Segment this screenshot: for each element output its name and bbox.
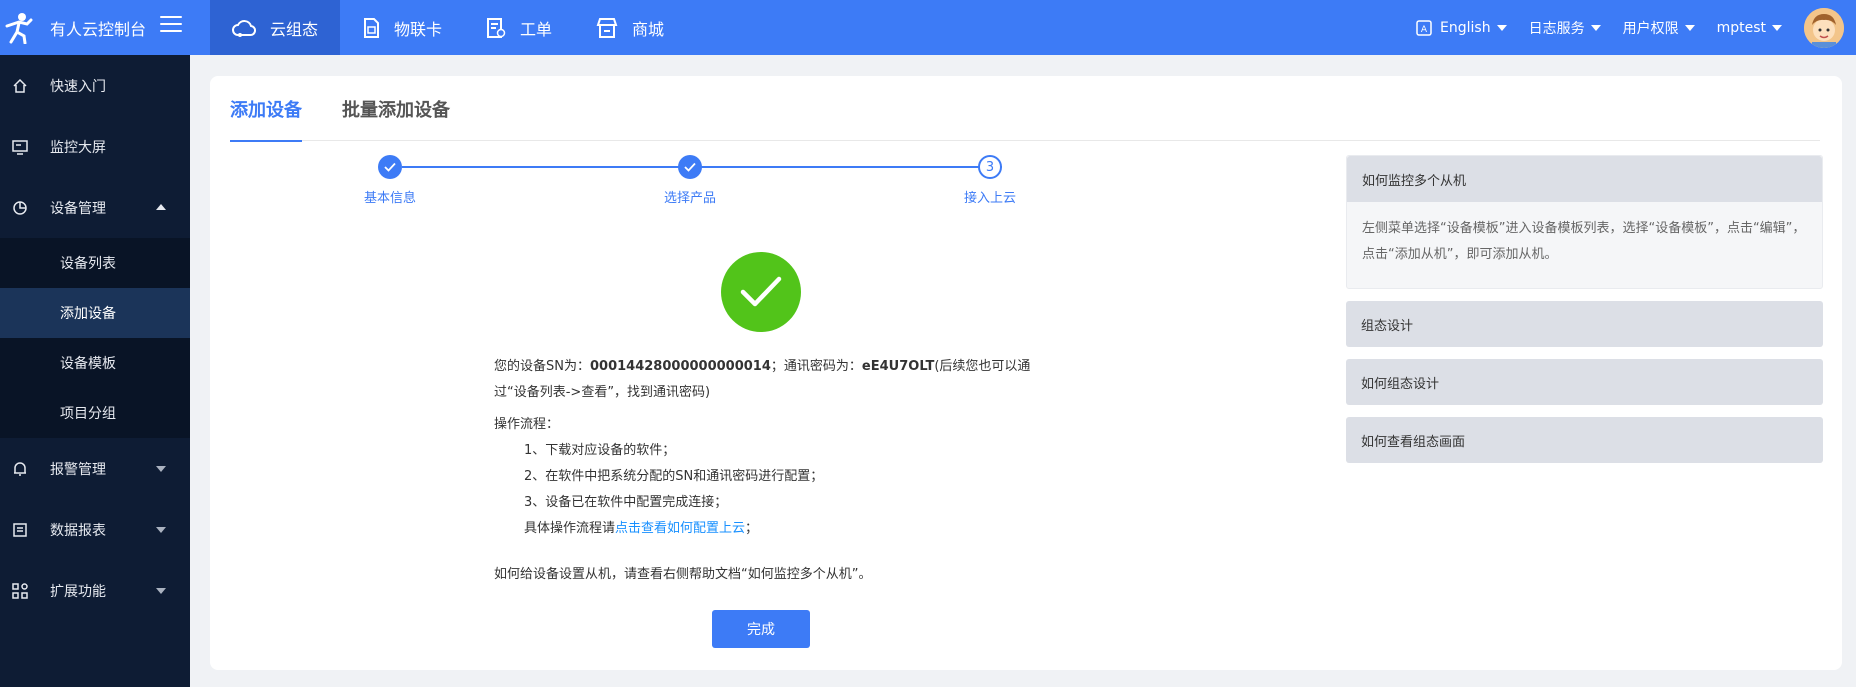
user-permission-menu[interactable]: 用户权限: [1623, 18, 1695, 38]
translate-icon: A: [1416, 19, 1432, 36]
device-password: eE4U7OLT: [861, 359, 935, 374]
tab-batch-add-device[interactable]: 批量添加设备: [342, 76, 450, 141]
sidebar-item-device-management[interactable]: 设备管理: [0, 177, 190, 238]
device-icon: [10, 200, 30, 216]
sidebar-item-alarm-management[interactable]: 报警管理: [0, 438, 190, 499]
connection-info: 您的设备SN为：00014428000000000014；通讯密码为：eE4U7…: [494, 354, 1054, 588]
step-basic-info: 基本信息: [340, 155, 440, 206]
sidebar-item-add-device[interactable]: 添加设备: [0, 288, 190, 338]
help-item-view-scada-screen[interactable]: 如何查看组态画面: [1346, 417, 1823, 463]
sidebar-item-label: 扩展功能: [50, 583, 106, 600]
process-detail: 具体操作流程请点击查看如何配置上云；: [494, 516, 1054, 542]
sidebar-item-device-list[interactable]: 设备列表: [0, 238, 190, 288]
caret-up-icon: [156, 204, 166, 210]
progress-steps: 基本信息 选择产品 3 接入上云: [340, 155, 1060, 206]
device-sn: 00014428000000000014: [589, 359, 771, 374]
process-title: 操作流程：: [494, 417, 560, 432]
help-item-scada-design[interactable]: 组态设计: [1346, 301, 1823, 347]
step-label: 选择产品: [663, 191, 716, 206]
work-order-icon: [487, 17, 506, 38]
apps-icon: [10, 582, 30, 599]
help-item-expanded: 如何监控多个从机 左侧菜单选择“设备模板”进入设备模板列表，选择“设备模板”，点…: [1346, 155, 1823, 289]
topnav-iot-card[interactable]: 物联卡: [340, 0, 464, 55]
sidebar-item-quick-start[interactable]: 快速入门: [0, 55, 190, 116]
caret-down-icon: [1684, 24, 1695, 31]
topnav-label: 商城: [632, 19, 665, 39]
store-icon: [596, 17, 618, 38]
help-item-body: 左侧菜单选择“设备模板”进入设备模板列表，选择“设备模板”，点击“编辑”，点击“…: [1362, 221, 1806, 262]
bell-icon: [10, 461, 30, 477]
detail-prefix: 具体操作流程请: [524, 521, 616, 536]
username: mptest: [1716, 19, 1766, 36]
help-item-how-scada-design[interactable]: 如何组态设计: [1346, 359, 1823, 405]
sidebar-item-label: 数据报表: [50, 522, 106, 539]
brand-logo-icon[interactable]: [4, 11, 34, 45]
caret-down-icon: [1772, 24, 1782, 31]
log-service-label: 日志服务: [1528, 20, 1585, 37]
sidebar-item-label: 快速入门: [50, 78, 106, 95]
top-right-menu: A English 日志服务 用户权限 mptest: [1416, 0, 1856, 55]
caret-down-icon: [156, 527, 166, 533]
sn-prefix: 您的设备SN为：: [494, 359, 590, 374]
step-label: 接入上云: [963, 191, 1016, 206]
check-icon: [678, 155, 702, 179]
done-button[interactable]: 完成: [712, 610, 810, 648]
step-connect-cloud: 3 接入上云: [940, 155, 1040, 206]
home-icon: [10, 78, 30, 94]
sidebar-item-label: 报警管理: [50, 461, 106, 478]
check-icon: [378, 155, 402, 179]
language-selector[interactable]: A English: [1416, 20, 1507, 36]
log-service-menu[interactable]: 日志服务: [1529, 18, 1601, 38]
topnav-store[interactable]: 商城: [574, 0, 686, 55]
pwd-prefix: ；通讯密码为：: [770, 359, 862, 374]
device-management-submenu: 设备列表 添加设备 设备模板 项目分组: [0, 238, 190, 438]
sidebar-item-device-template[interactable]: 设备模板: [0, 338, 190, 388]
step-select-product: 选择产品: [640, 155, 740, 206]
topnav-work-order[interactable]: 工单: [464, 0, 574, 55]
sn-line: 您的设备SN为：00014428000000000014；通讯密码为：eE4U7…: [494, 354, 1054, 406]
config-guide-link[interactable]: 点击查看如何配置上云: [615, 521, 745, 536]
caret-down-icon: [156, 466, 166, 472]
menu-toggle-icon[interactable]: [160, 16, 182, 36]
tab-add-device[interactable]: 添加设备: [230, 76, 302, 142]
sidebar-item-project-group[interactable]: 项目分组: [0, 388, 190, 438]
slave-tip: 如何给设备设置从机，请查看右侧帮助文档“如何监控多个从机”。: [494, 567, 872, 582]
process-step-1: 1、下载对应设备的软件；: [524, 443, 676, 458]
avatar[interactable]: [1804, 7, 1844, 48]
topnav-label: 云组态: [270, 19, 319, 39]
caret-down-icon: [1496, 24, 1507, 31]
user-menu[interactable]: mptest: [1717, 20, 1782, 36]
sidebar-item-label: 监控大屏: [50, 139, 106, 156]
tab-bar: 添加设备 批量添加设备: [230, 76, 1820, 142]
caret-down-icon: [1590, 24, 1601, 31]
monitor-icon: [10, 139, 30, 155]
caret-down-icon: [156, 588, 166, 594]
sidebar-item-extensions[interactable]: 扩展功能: [0, 560, 190, 621]
success-check-icon: [721, 252, 801, 332]
process-step-3: 3、设备已在软件中配置完成连接；: [524, 495, 728, 510]
sidebar-item-monitor-screen[interactable]: 监控大屏: [0, 116, 190, 177]
sim-card-icon: [364, 17, 380, 38]
topnav-label: 工单: [520, 19, 553, 39]
report-icon: [10, 522, 30, 538]
detail-suffix: ；: [745, 521, 759, 536]
sidebar-item-label: 设备管理: [50, 200, 106, 217]
help-item-monitor-slaves[interactable]: 如何监控多个从机: [1347, 156, 1822, 202]
step-label: 基本信息: [363, 191, 416, 206]
topnav-label: 物联卡: [394, 19, 443, 39]
main-card: 添加设备 批量添加设备 基本信息 选择产品 3 接入上云 您的设备SN为：000…: [210, 76, 1842, 670]
sidebar-item-data-report[interactable]: 数据报表: [0, 499, 190, 560]
help-panel: 如何监控多个从机 左侧菜单选择“设备模板”进入设备模板列表，选择“设备模板”，点…: [1346, 155, 1823, 475]
sidebar: 快速入门 监控大屏 设备管理 设备列表 添加设备 设备模板 项目分组 报警管理 …: [0, 55, 190, 687]
svg-text:A: A: [1421, 25, 1428, 35]
top-nav: 云组态 物联卡 工单 商城: [210, 0, 686, 55]
language-label: English: [1440, 19, 1491, 36]
user-permission-label: 用户权限: [1622, 20, 1679, 37]
process-step-2: 2、在软件中把系统分配的SN和通讯密码进行配置；: [524, 469, 824, 484]
top-bar: 有人云控制台 云组态 物联卡 工单 商城 A English 日志服务 用户权限: [0, 0, 1856, 55]
cloud-icon: [232, 19, 256, 37]
brand-title: 有人云控制台: [50, 19, 147, 39]
step-number: 3: [978, 155, 1002, 179]
topnav-cloud-scada[interactable]: 云组态: [210, 0, 341, 55]
